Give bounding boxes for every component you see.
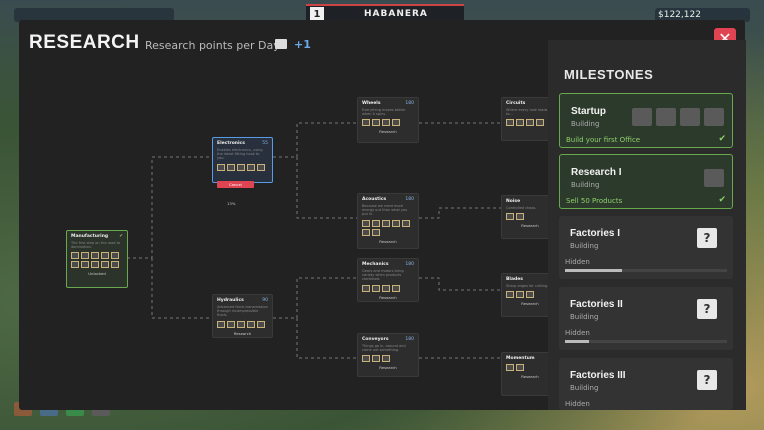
research-button[interactable]: Research	[362, 295, 414, 300]
milestone-goal: Sell 50 Products	[566, 197, 623, 205]
research-button[interactable]: Research	[362, 129, 414, 134]
node-desc: Enables electronics, using the latest fi…	[217, 148, 263, 161]
milestone-rewards	[632, 108, 724, 126]
node-hydraulics[interactable]: Hydraulics 90 Advanced force-transmissio…	[212, 294, 273, 338]
milestone-name: Factories II	[570, 299, 623, 310]
node-cost: 180	[405, 101, 414, 106]
milestone-category: Building	[570, 242, 599, 250]
node-desc: Sharp edges for cutting.	[506, 284, 549, 288]
node-desc: Things go in, around and come out someth…	[362, 344, 406, 353]
node-desc: The first step on the road to domination…	[71, 241, 121, 250]
node-products	[506, 119, 554, 127]
node-conveyors[interactable]: Conveyors 180 Things go in, around and c…	[357, 333, 419, 377]
node-desc: Advanced force-transmission through inco…	[217, 305, 268, 318]
research-points-value: +1	[294, 38, 311, 51]
milestone-name: Research I	[571, 167, 622, 178]
unknown-reward-icon: ?	[697, 370, 717, 390]
city-name: HABANERA	[364, 9, 428, 19]
node-wheels[interactable]: Wheels 180 Everything moves better when …	[357, 97, 419, 143]
unknown-reward-icon: ?	[697, 299, 717, 319]
milestones-title: MILESTONES	[564, 67, 654, 82]
node-title: Electronics	[217, 141, 245, 146]
node-desc: Because we need more energy out than wha…	[362, 204, 408, 217]
node-manufacturing[interactable]: Manufacturing ✔ The first step on the ro…	[66, 230, 128, 288]
milestone-name: Startup	[571, 106, 606, 117]
check-icon: ✔	[718, 195, 726, 205]
node-products	[217, 163, 268, 171]
node-cost: 55	[262, 141, 268, 146]
milestone-progress-bar	[565, 269, 727, 272]
node-electronics[interactable]: Electronics 55 Enables electronics, usin…	[212, 137, 273, 206]
milestone-progress-bar	[565, 340, 727, 343]
node-title: Manufacturing	[71, 234, 109, 239]
node-products	[362, 219, 414, 236]
node-products	[362, 119, 414, 127]
node-mechanics[interactable]: Mechanics 180 Gears and motors bring var…	[357, 258, 419, 302]
city-number: 1	[310, 7, 324, 21]
milestone-category: Building	[570, 313, 599, 321]
milestone-category: Building	[570, 384, 599, 392]
node-title: Circuits	[506, 101, 526, 106]
research-button[interactable]: Research	[506, 301, 554, 306]
top-bar: 1 HABANERA $122,122	[0, 0, 764, 22]
node-title: Momentum	[506, 356, 535, 361]
milestone-goal: Build your first Office	[566, 136, 641, 144]
milestone-category: Building	[571, 181, 600, 189]
node-cost: 90	[262, 298, 268, 303]
milestone-hidden-label: Hidden	[565, 258, 590, 266]
page-title: RESEARCH	[29, 32, 140, 53]
research-button[interactable]: Research	[506, 374, 554, 379]
milestone-card-research-1[interactable]: Research I Building Sell 50 Products ✔	[559, 154, 733, 209]
cancel-button[interactable]: Cancel	[217, 180, 254, 188]
milestone-card-startup[interactable]: Startup Building Build your first Office…	[559, 93, 733, 148]
research-tree[interactable]: Manufacturing ✔ The first step on the ro…	[19, 60, 559, 410]
node-desc: Where every hole leads to...	[506, 108, 548, 117]
check-icon: ✔	[119, 234, 123, 239]
node-title: Blades	[506, 277, 523, 282]
node-products	[506, 213, 554, 221]
milestone-card-factories-2[interactable]: Factories II Building ? Hidden	[559, 287, 733, 350]
research-button[interactable]: Research	[506, 223, 554, 228]
node-desc: Gears and motors bring variety when prod…	[362, 269, 404, 282]
research-button[interactable]: Research	[362, 365, 414, 370]
node-desc: Controlled chaos.	[506, 206, 537, 210]
milestone-category: Building	[571, 120, 600, 128]
node-title: Noise	[506, 199, 521, 204]
milestone-name: Factories I	[570, 228, 621, 239]
milestone-card-factories-1[interactable]: Factories I Building ? Hidden	[559, 216, 733, 279]
node-products	[506, 291, 554, 299]
node-products	[217, 320, 268, 328]
node-products	[71, 252, 123, 269]
research-points-label: Research points per Day:	[145, 39, 283, 52]
research-points-icon	[275, 39, 287, 49]
node-desc: Everything moves better when it spins.	[362, 108, 406, 117]
research-button[interactable]: Research	[362, 239, 414, 244]
unknown-reward-icon: ?	[697, 228, 717, 248]
milestone-hidden-label: Hidden	[565, 329, 590, 337]
node-title: Hydraulics	[217, 298, 244, 303]
node-action: Unlocked	[88, 271, 106, 277]
milestone-name: Factories III	[570, 370, 626, 381]
milestone-hidden-label: Hidden	[565, 400, 590, 408]
node-acoustics[interactable]: Acoustics 180 Because we need more energ…	[357, 193, 419, 249]
node-cost: 180	[405, 262, 414, 267]
milestones-sidebar[interactable]: MILESTONES Startup Building Build your f…	[548, 40, 746, 410]
money-value: $122,122	[658, 10, 701, 20]
node-cost: 180	[405, 337, 414, 342]
node-products	[362, 355, 414, 363]
node-products	[362, 284, 414, 292]
check-icon: ✔	[718, 134, 726, 144]
milestone-card-factories-3[interactable]: Factories III Building ? Hidden	[559, 358, 733, 410]
milestone-rewards	[704, 169, 724, 187]
node-cost: 180	[405, 197, 414, 202]
node-products	[506, 364, 554, 371]
research-button[interactable]: Research	[217, 331, 268, 336]
progress-text: 13%	[227, 200, 236, 206]
